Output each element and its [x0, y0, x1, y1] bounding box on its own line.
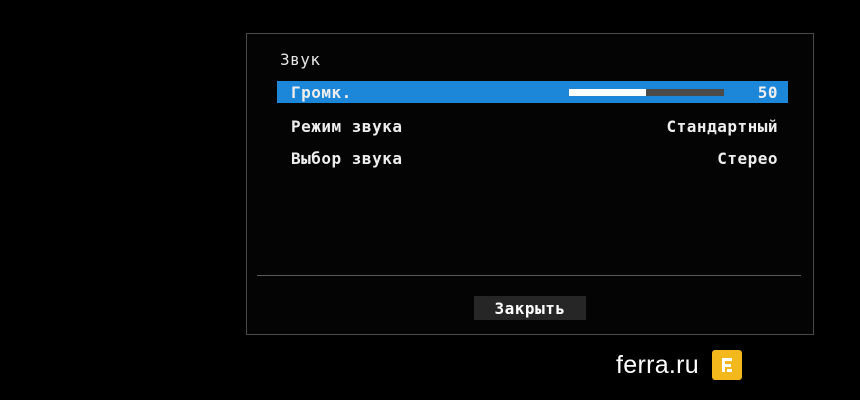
sound-select-value: Стерео — [717, 148, 778, 168]
sound-settings-panel: Звук Громк. 50 Режим звука Стандартный В… — [246, 33, 814, 335]
panel-title: Звук — [280, 50, 321, 69]
watermark-text: ferra.ru — [616, 350, 699, 379]
divider — [257, 275, 801, 276]
volume-slider[interactable] — [568, 88, 724, 96]
volume-slider-fill — [568, 88, 647, 96]
volume-value: 50 — [757, 82, 778, 102]
volume-label: Громк. — [291, 82, 352, 102]
sound-select-label: Выбор звука — [291, 148, 403, 168]
sound-mode-label: Режим звука — [291, 116, 403, 136]
watermark: ferra.ru — [616, 350, 742, 380]
close-button[interactable]: Закрыть — [474, 296, 586, 320]
ferra-logo-icon — [711, 350, 742, 380]
menu-item-volume[interactable]: Громк. 50 — [277, 81, 788, 103]
menu-item-sound-select[interactable]: Выбор звука Стерео — [277, 147, 788, 169]
sound-mode-value: Стандартный — [666, 116, 778, 136]
menu-item-sound-mode[interactable]: Режим звука Стандартный — [277, 115, 788, 137]
